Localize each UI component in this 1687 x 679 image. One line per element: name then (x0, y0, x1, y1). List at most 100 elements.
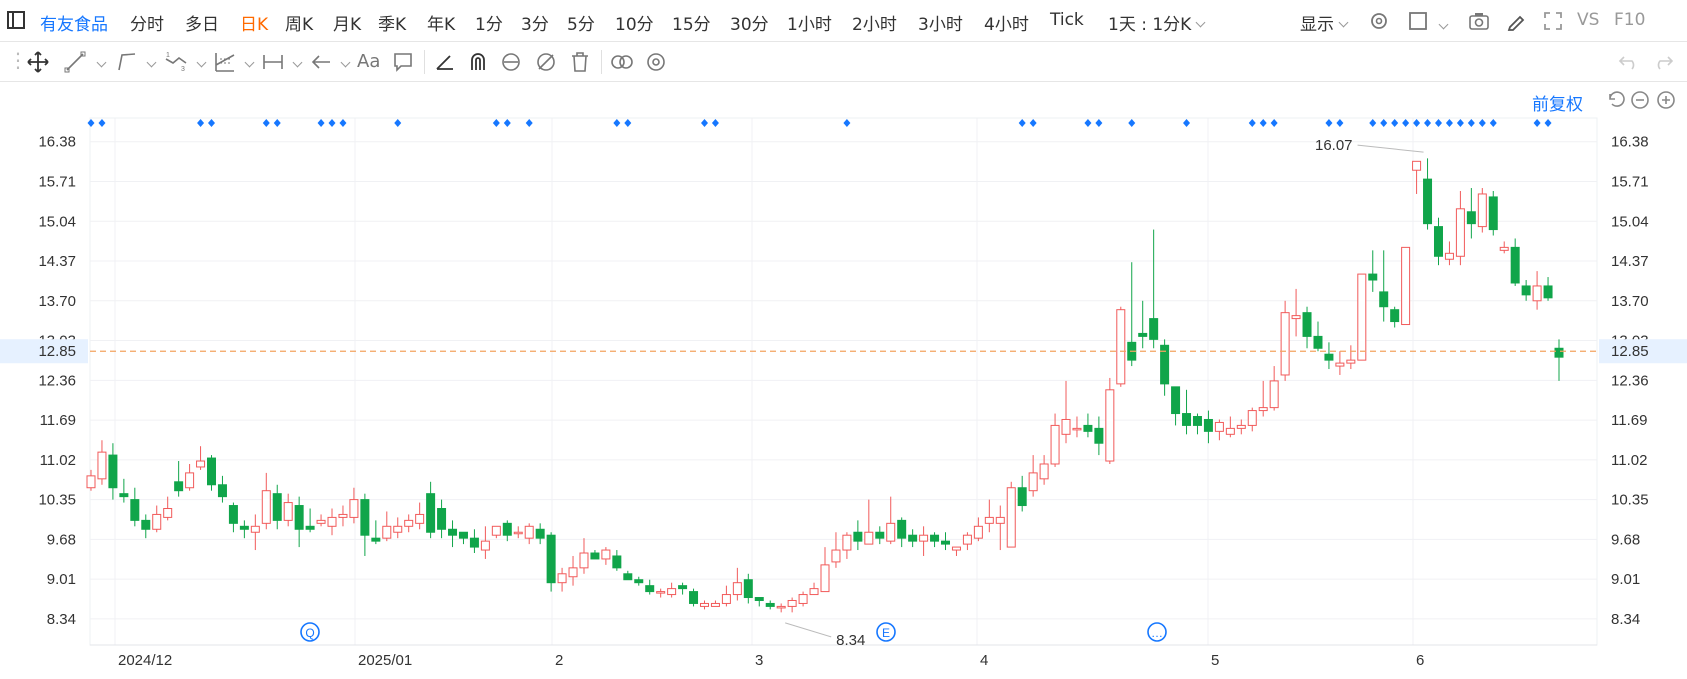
candle-body[interactable] (217, 484, 227, 498)
candle-body[interactable] (1302, 312, 1312, 337)
pencil-icon[interactable] (1506, 11, 1526, 31)
news-marker-icon[interactable] (339, 119, 347, 127)
candle-body[interactable] (283, 502, 293, 521)
news-marker-icon[interactable] (525, 119, 533, 127)
tab-period-4[interactable]: 月K (333, 10, 361, 35)
candle-body[interactable] (754, 597, 764, 601)
chevron-down-icon[interactable] (96, 57, 107, 68)
candle-body[interactable] (689, 591, 699, 604)
candle-body[interactable] (853, 531, 863, 542)
candle-body[interactable] (1214, 421, 1224, 432)
candle-body[interactable] (667, 588, 677, 596)
candle-body[interactable] (1182, 413, 1192, 426)
tab-period-16[interactable]: 4小时 (984, 10, 1029, 35)
candle-body[interactable] (1401, 246, 1411, 326)
rectangle-icon[interactable] (1408, 11, 1428, 31)
news-marker-icon[interactable] (1533, 119, 1541, 127)
news-marker-icon[interactable] (197, 119, 205, 127)
news-marker-icon[interactable] (1336, 119, 1344, 127)
candle-body[interactable] (897, 519, 907, 539)
news-marker-icon[interactable] (273, 119, 281, 127)
candle-body[interactable] (634, 579, 644, 584)
news-marker-icon[interactable] (1248, 119, 1256, 127)
chevron-down-icon[interactable] (340, 57, 351, 68)
candle-body[interactable] (590, 552, 600, 560)
candle-body[interactable] (984, 516, 994, 524)
news-marker-icon[interactable] (1402, 119, 1410, 127)
news-marker-icon[interactable] (1380, 119, 1388, 127)
candle-body[interactable] (941, 540, 951, 545)
candle-body[interactable] (820, 564, 830, 593)
candle-body[interactable] (480, 540, 490, 551)
news-marker-icon[interactable] (1084, 119, 1092, 127)
candle-body[interactable] (875, 531, 885, 539)
measure-icon[interactable] (262, 51, 284, 73)
candle-body[interactable] (185, 472, 195, 489)
period-select[interactable]: 1天 : 1分K (1108, 10, 1206, 35)
news-marker-icon[interactable] (711, 119, 719, 127)
candle-body[interactable] (1379, 291, 1389, 308)
tab-period-3[interactable]: 周K (285, 10, 313, 35)
candle-body[interactable] (163, 508, 173, 518)
candle-body[interactable] (141, 519, 151, 530)
candle-body[interactable] (152, 513, 162, 530)
candle-body[interactable] (294, 505, 304, 530)
settings-icon[interactable] (1369, 11, 1389, 31)
candle-body[interactable] (1105, 389, 1115, 462)
candle-body[interactable] (316, 519, 326, 524)
candle-body[interactable] (130, 499, 140, 521)
news-marker-icon[interactable] (208, 119, 216, 127)
candle-body[interactable] (765, 602, 775, 607)
news-marker-icon[interactable] (1445, 119, 1453, 127)
candle-body[interactable] (787, 599, 797, 607)
candle-body[interactable] (699, 602, 709, 607)
comment-icon[interactable] (392, 51, 414, 73)
candle-body[interactable] (1423, 178, 1433, 225)
news-marker-icon[interactable] (1467, 119, 1475, 127)
candle-body[interactable] (261, 490, 271, 524)
candle-body[interactable] (864, 531, 874, 545)
candle-body[interactable] (524, 525, 534, 539)
candle-body[interactable] (119, 493, 129, 498)
candle-body[interactable] (1247, 410, 1257, 426)
candle-body[interactable] (491, 525, 501, 536)
candle-body[interactable] (239, 525, 249, 530)
redo-icon[interactable] (1652, 51, 1674, 73)
candle-body[interactable] (1006, 487, 1016, 548)
tab-period-6[interactable]: 年K (427, 10, 455, 35)
candle-body[interactable] (360, 499, 370, 536)
candle-body[interactable] (1335, 362, 1345, 367)
candle-body[interactable] (1444, 252, 1454, 260)
chevron-down-icon[interactable] (1438, 19, 1449, 30)
candle-body[interactable] (1149, 318, 1159, 340)
candle-body[interactable] (1532, 285, 1542, 302)
candle-body[interactable] (1466, 211, 1476, 225)
candle-body[interactable] (207, 457, 217, 486)
candle-body[interactable] (1171, 386, 1181, 415)
news-marker-icon[interactable] (1424, 119, 1432, 127)
display-dropdown[interactable]: 显示 (1300, 10, 1349, 35)
tab-period-13[interactable]: 1小时 (787, 10, 832, 35)
candle-body[interactable] (458, 531, 468, 539)
candle-body[interactable] (710, 602, 720, 607)
candle-body[interactable] (1554, 347, 1564, 358)
candle-body[interactable] (546, 534, 556, 584)
candle-body[interactable] (513, 531, 523, 535)
news-marker-icon[interactable] (1489, 119, 1497, 127)
stock-name[interactable]: 有友食品 (40, 10, 108, 35)
candle-body[interactable] (962, 534, 972, 545)
news-marker-icon[interactable] (98, 119, 106, 127)
candle-body[interactable] (1138, 332, 1148, 337)
candle-body[interactable] (1433, 226, 1443, 257)
candle-body[interactable] (535, 528, 545, 539)
candle-body[interactable] (1543, 285, 1553, 299)
candle-body[interactable] (1269, 380, 1279, 409)
tab-period-10[interactable]: 10分 (615, 10, 654, 35)
candle-body[interactable] (908, 534, 918, 542)
trash-icon[interactable] (569, 51, 591, 73)
news-marker-icon[interactable] (700, 119, 708, 127)
candlestick-chart[interactable]: 16.38 16.38 15.71 15.71 15.04 15.04 14.37 14.37… (0, 82, 1687, 679)
candle-body[interactable] (1324, 353, 1334, 361)
news-marker-icon[interactable] (1018, 119, 1026, 127)
news-marker-icon[interactable] (843, 119, 851, 127)
